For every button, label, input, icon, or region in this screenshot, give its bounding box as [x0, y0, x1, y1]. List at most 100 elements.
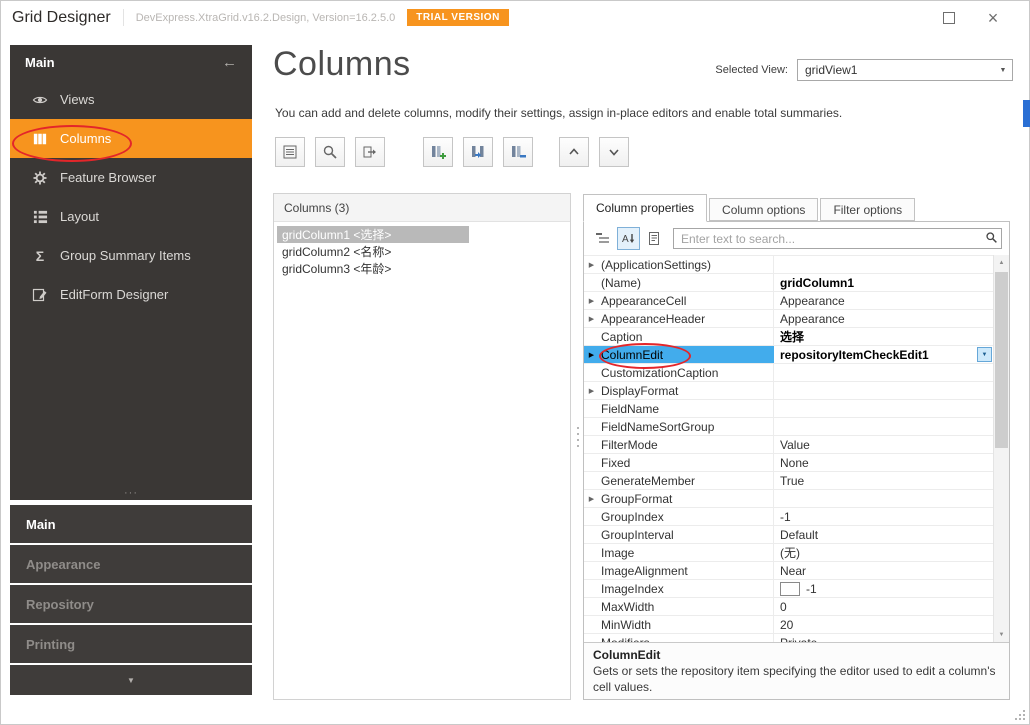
property-name[interactable]: GroupIndex [599, 508, 774, 525]
property-value[interactable] [774, 364, 993, 381]
property-row[interactable]: ▶FieldName [584, 400, 993, 418]
property-row[interactable]: ▶GenerateMemberTrue [584, 472, 993, 490]
sidebar-item-feature-browser[interactable]: Feature Browser [10, 158, 252, 197]
column-list-item[interactable]: gridColumn2 <名称> [277, 243, 469, 260]
property-value[interactable]: Private [774, 634, 993, 643]
expand-arrow-icon[interactable]: ▶ [584, 382, 599, 399]
property-row-selected[interactable]: ▶ ColumnEdit repositoryItemCheckEdit1 ▼ [584, 346, 993, 364]
property-name[interactable]: FilterMode [599, 436, 774, 453]
property-value[interactable] [774, 382, 993, 399]
property-name[interactable]: GroupInterval [599, 526, 774, 543]
property-name[interactable]: Fixed [599, 454, 774, 471]
accordion-item-appearance[interactable]: Appearance [10, 545, 252, 583]
column-list-item[interactable]: gridColumn1 <选择> [277, 226, 469, 243]
property-row[interactable]: ▶MaxWidth0 [584, 598, 993, 616]
sidebar-item-editform-designer[interactable]: EditForm Designer [10, 275, 252, 314]
move-up-button[interactable] [559, 137, 589, 167]
remove-column-button[interactable] [503, 137, 533, 167]
property-row[interactable]: ▶CustomizationCaption [584, 364, 993, 382]
property-row[interactable]: ▶FieldNameSortGroup [584, 418, 993, 436]
property-search-input[interactable] [673, 228, 1002, 249]
property-value[interactable]: Appearance [774, 292, 993, 309]
categorized-view-button[interactable] [591, 227, 614, 250]
property-row[interactable]: ▶ AppearanceHeader Appearance [584, 310, 993, 328]
property-value[interactable]: 0 [774, 598, 993, 615]
property-value[interactable]: None [774, 454, 993, 471]
property-name[interactable]: DisplayFormat [599, 382, 774, 399]
property-value[interactable]: -1 [774, 580, 993, 597]
property-value[interactable] [774, 256, 993, 273]
property-row[interactable]: ▶GroupIndex-1 [584, 508, 993, 526]
sidebar-item-columns[interactable]: Columns [10, 119, 252, 158]
property-value[interactable]: Value [774, 436, 993, 453]
property-value[interactable]: Near [774, 562, 993, 579]
property-row[interactable]: ▶FixedNone [584, 454, 993, 472]
property-name[interactable]: FieldNameSortGroup [599, 418, 774, 435]
scrollbar-thumb[interactable] [995, 272, 1008, 448]
property-row[interactable]: ▶ AppearanceCell Appearance [584, 292, 993, 310]
property-value[interactable]: (无) [774, 544, 993, 561]
property-name[interactable]: Caption [599, 328, 774, 345]
expand-arrow-icon[interactable]: ▶ [584, 256, 599, 273]
property-name[interactable]: Image [599, 544, 774, 561]
property-row[interactable]: ▶ImageIndex-1 [584, 580, 993, 598]
scroll-down-icon[interactable]: ▼ [994, 627, 1009, 642]
property-row[interactable]: ▶ModifiersPrivate [584, 634, 993, 642]
property-value[interactable] [774, 418, 993, 435]
property-name[interactable]: (Name) [599, 274, 774, 291]
selected-view-dropdown[interactable]: gridView1 ▼ [797, 59, 1013, 81]
property-name[interactable]: Modifiers [599, 634, 774, 642]
show-column-list-button[interactable] [275, 137, 305, 167]
expand-arrow-icon[interactable]: ▶ [584, 346, 599, 363]
resize-grip[interactable] [1013, 708, 1027, 722]
property-row[interactable]: ▶ (ApplicationSettings) [584, 256, 993, 274]
property-name[interactable]: GenerateMember [599, 472, 774, 489]
property-value[interactable] [774, 490, 993, 507]
combo-dropdown-button[interactable]: ▼ [977, 347, 992, 362]
tab-filter-options[interactable]: Filter options [820, 198, 916, 221]
property-name[interactable]: GroupFormat [599, 490, 774, 507]
sidebar-splitter-handle[interactable]: ··· [10, 487, 252, 499]
property-row[interactable]: ▶Caption选择 [584, 328, 993, 346]
property-name[interactable]: FieldName [599, 400, 774, 417]
property-value[interactable]: True [774, 472, 993, 489]
property-value[interactable] [774, 400, 993, 417]
property-value[interactable]: Appearance [774, 310, 993, 327]
property-row[interactable]: ▶FilterModeValue [584, 436, 993, 454]
expand-arrow-icon[interactable]: ▶ [584, 490, 599, 507]
property-name[interactable]: (ApplicationSettings) [599, 256, 774, 273]
property-row[interactable]: ▶ DisplayFormat [584, 382, 993, 400]
move-down-button[interactable] [599, 137, 629, 167]
property-value[interactable]: gridColumn1 [774, 274, 993, 291]
accordion-item-repository[interactable]: Repository [10, 585, 252, 623]
property-value[interactable]: 20 [774, 616, 993, 633]
property-name[interactable]: MinWidth [599, 616, 774, 633]
property-name[interactable]: CustomizationCaption [599, 364, 774, 381]
expand-arrow-icon[interactable]: ▶ [584, 310, 599, 327]
property-name[interactable]: ImageAlignment [599, 562, 774, 579]
add-column-button[interactable] [423, 137, 453, 167]
panel-splitter[interactable] [575, 427, 580, 475]
find-column-button[interactable] [315, 137, 345, 167]
column-list-item[interactable]: gridColumn3 <年龄> [277, 260, 469, 277]
property-value[interactable]: -1 [774, 508, 993, 525]
accordion-expand-button[interactable]: ▼ [10, 665, 252, 695]
scroll-up-icon[interactable]: ▲ [994, 255, 1009, 270]
property-value[interactable]: 选择 [774, 328, 993, 345]
expand-arrow-icon[interactable]: ▶ [584, 292, 599, 309]
search-icon[interactable] [985, 231, 998, 249]
property-row[interactable]: ▶ GroupFormat [584, 490, 993, 508]
collapse-arrow-icon[interactable]: ← [222, 54, 237, 71]
property-name[interactable]: AppearanceHeader [599, 310, 774, 327]
retrieve-fields-button[interactable] [355, 137, 385, 167]
property-row[interactable]: ▶GroupIntervalDefault [584, 526, 993, 544]
property-name[interactable]: AppearanceCell [599, 292, 774, 309]
property-grid-scrollbar[interactable]: ▲ ▼ [993, 255, 1009, 642]
accordion-item-printing[interactable]: Printing [10, 625, 252, 663]
close-button[interactable]: × [982, 7, 1004, 29]
property-row[interactable]: ▶MinWidth20 [584, 616, 993, 634]
insert-column-button[interactable] [463, 137, 493, 167]
sidebar-item-views[interactable]: Views [10, 80, 252, 119]
property-row[interactable]: ▶ImageAlignmentNear [584, 562, 993, 580]
property-name[interactable]: ColumnEdit [599, 346, 774, 363]
